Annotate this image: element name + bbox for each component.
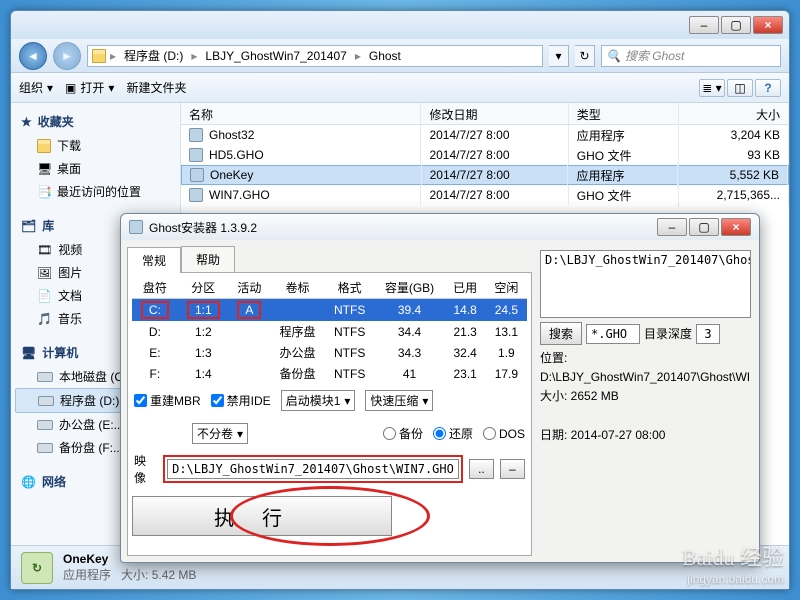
backup-radio[interactable]: 备份	[383, 425, 423, 442]
col-date[interactable]: 修改日期	[421, 103, 568, 124]
file-row[interactable]: Ghost322014/7/27 8:00应用程序3,204 KB	[181, 125, 789, 145]
status-size: 5.42 MB	[152, 568, 197, 582]
dos-radio[interactable]: DOS	[483, 427, 525, 441]
back-button[interactable]: ◄	[19, 42, 47, 70]
search-placeholder: 搜索 Ghost	[625, 47, 684, 64]
info-box: 位置: D:\LBJY_GhostWin7_201407\Ghost\WI 大小…	[540, 349, 751, 445]
explorer-titlebar: – ▢ ×	[11, 11, 789, 39]
desktop-icon: 🖥	[37, 162, 51, 176]
split-select[interactable]: 不分卷 ▾	[192, 423, 248, 444]
toolbar: 组织 ▾ ▣ 打开 ▾ 新建文件夹 ≣ ▾ ◫ ?	[11, 73, 789, 103]
image-path-input[interactable]: D:\LBJY_GhostWin7_201407\Ghost\WIN7.GHO	[167, 459, 459, 479]
search-gho-button[interactable]: 搜索	[540, 322, 582, 345]
ghost-dialog: Ghost安装器 1.3.9.2 – ▢ × 常规 帮助 盘符分区活动卷标格式容…	[120, 213, 760, 563]
status-name: OneKey	[63, 552, 108, 566]
video-icon: 🎞	[37, 243, 52, 257]
restore-radio[interactable]: 还原	[433, 425, 473, 442]
preview-pane-button[interactable]: ◫	[727, 79, 753, 97]
execute-button[interactable]: 执行	[132, 496, 392, 536]
refresh-button[interactable]: ↻	[575, 45, 595, 67]
column-header[interactable]: 名称 修改日期 类型 大小	[181, 103, 789, 125]
view-mode-button[interactable]: ≣ ▾	[699, 79, 725, 97]
close-button[interactable]: ×	[753, 16, 783, 34]
col-size[interactable]: 大小	[679, 103, 789, 124]
crumb-2[interactable]: Ghost	[365, 49, 405, 63]
disable-ide-checkbox[interactable]: 禁用IDE	[211, 392, 271, 409]
search-icon: 🔍	[606, 49, 621, 63]
open-button[interactable]: ▣ 打开 ▾	[65, 79, 114, 96]
dialog-close[interactable]: ×	[721, 218, 751, 236]
folder-icon	[37, 139, 51, 153]
drive-icon	[38, 396, 54, 406]
col-type[interactable]: 类型	[569, 103, 679, 124]
music-icon: 🎵	[37, 312, 52, 326]
drive-icon	[37, 372, 53, 382]
file-icon	[190, 168, 204, 182]
dialog-minimize[interactable]: –	[657, 218, 687, 236]
search-mask-input[interactable]: *.GHO	[586, 324, 640, 344]
sidebar-item-recent[interactable]: 📑最近访问的位置	[15, 180, 176, 203]
disk-table[interactable]: 盘符分区活动卷标格式容量(GB)已用空闲 C:1:1ANTFS39.414.82…	[132, 277, 527, 384]
rebuild-mbr-checkbox[interactable]: 重建MBR	[134, 392, 201, 409]
document-icon: 📄	[37, 289, 52, 303]
file-icon	[189, 148, 203, 162]
dialog-maximize[interactable]: ▢	[689, 218, 719, 236]
file-icon	[189, 188, 203, 202]
disk-row[interactable]: F:1:4备份盘NTFS4123.117.9	[132, 363, 527, 384]
dialog-titlebar[interactable]: Ghost安装器 1.3.9.2 – ▢ ×	[121, 214, 759, 240]
search-input[interactable]: 🔍 搜索 Ghost	[601, 45, 781, 67]
file-row[interactable]: OneKey2014/7/27 8:00应用程序5,552 KB	[181, 165, 789, 185]
breadcrumb[interactable]: ▸ 程序盘 (D:) ▸ LBJY_GhostWin7_201407 ▸ Gho…	[87, 45, 543, 67]
sidebar-favorites[interactable]: ★ 收藏夹	[15, 109, 176, 134]
folder-icon	[92, 49, 106, 63]
compress-select[interactable]: 快速压缩 ▾	[365, 390, 433, 411]
clear-button[interactable]: –	[500, 459, 525, 479]
depth-label: 目录深度	[644, 325, 692, 342]
disk-row[interactable]: E:1:3办公盘NTFS34.332.41.9	[132, 342, 527, 363]
file-row[interactable]: WIN7.GHO2014/7/27 8:00GHO 文件2,715,365...	[181, 185, 789, 205]
organize-menu[interactable]: 组织 ▾	[19, 79, 53, 96]
col-name[interactable]: 名称	[181, 103, 421, 124]
browse-button[interactable]: ..	[469, 459, 494, 479]
boot-module-select[interactable]: 启动模块1 ▾	[281, 390, 356, 411]
status-type: 应用程序	[63, 568, 111, 582]
depth-input[interactable]: 3	[696, 324, 720, 344]
dialog-title: Ghost安装器 1.3.9.2	[149, 219, 257, 236]
history-dropdown[interactable]: ▾	[549, 45, 569, 67]
gho-list[interactable]: D:\LBJY_GhostWin7_201407\Ghost\	[540, 250, 751, 318]
minimize-button[interactable]: –	[689, 16, 719, 34]
crumb-1[interactable]: LBJY_GhostWin7_201407	[201, 49, 350, 63]
image-label: 映像	[134, 452, 157, 486]
disk-row[interactable]: C:1:1ANTFS39.414.824.5	[132, 299, 527, 322]
picture-icon: 🖼	[37, 266, 52, 280]
drive-icon	[37, 443, 53, 453]
drive-icon	[37, 420, 53, 430]
help-button[interactable]: ?	[755, 79, 781, 97]
address-bar: ◄ ► ▸ 程序盘 (D:) ▸ LBJY_GhostWin7_201407 ▸…	[11, 39, 789, 73]
maximize-button[interactable]: ▢	[721, 16, 751, 34]
crumb-0[interactable]: 程序盘 (D:)	[120, 47, 187, 64]
tab-help[interactable]: 帮助	[181, 246, 235, 272]
sidebar-item-downloads[interactable]: 下载	[15, 134, 176, 157]
sidebar-item-desktop[interactable]: 🖥桌面	[15, 157, 176, 180]
recent-icon: 📑	[37, 185, 51, 199]
file-icon	[189, 128, 203, 142]
file-row[interactable]: HD5.GHO2014/7/27 8:00GHO 文件93 KB	[181, 145, 789, 165]
disk-row[interactable]: D:1:2程序盘NTFS34.421.313.1	[132, 321, 527, 342]
tabs: 常规 帮助	[127, 246, 532, 273]
app-icon: ↻	[21, 552, 53, 584]
new-folder-button[interactable]: 新建文件夹	[126, 79, 186, 96]
ghost-icon	[129, 220, 143, 234]
forward-button[interactable]: ►	[53, 42, 81, 70]
tab-general[interactable]: 常规	[127, 247, 181, 273]
